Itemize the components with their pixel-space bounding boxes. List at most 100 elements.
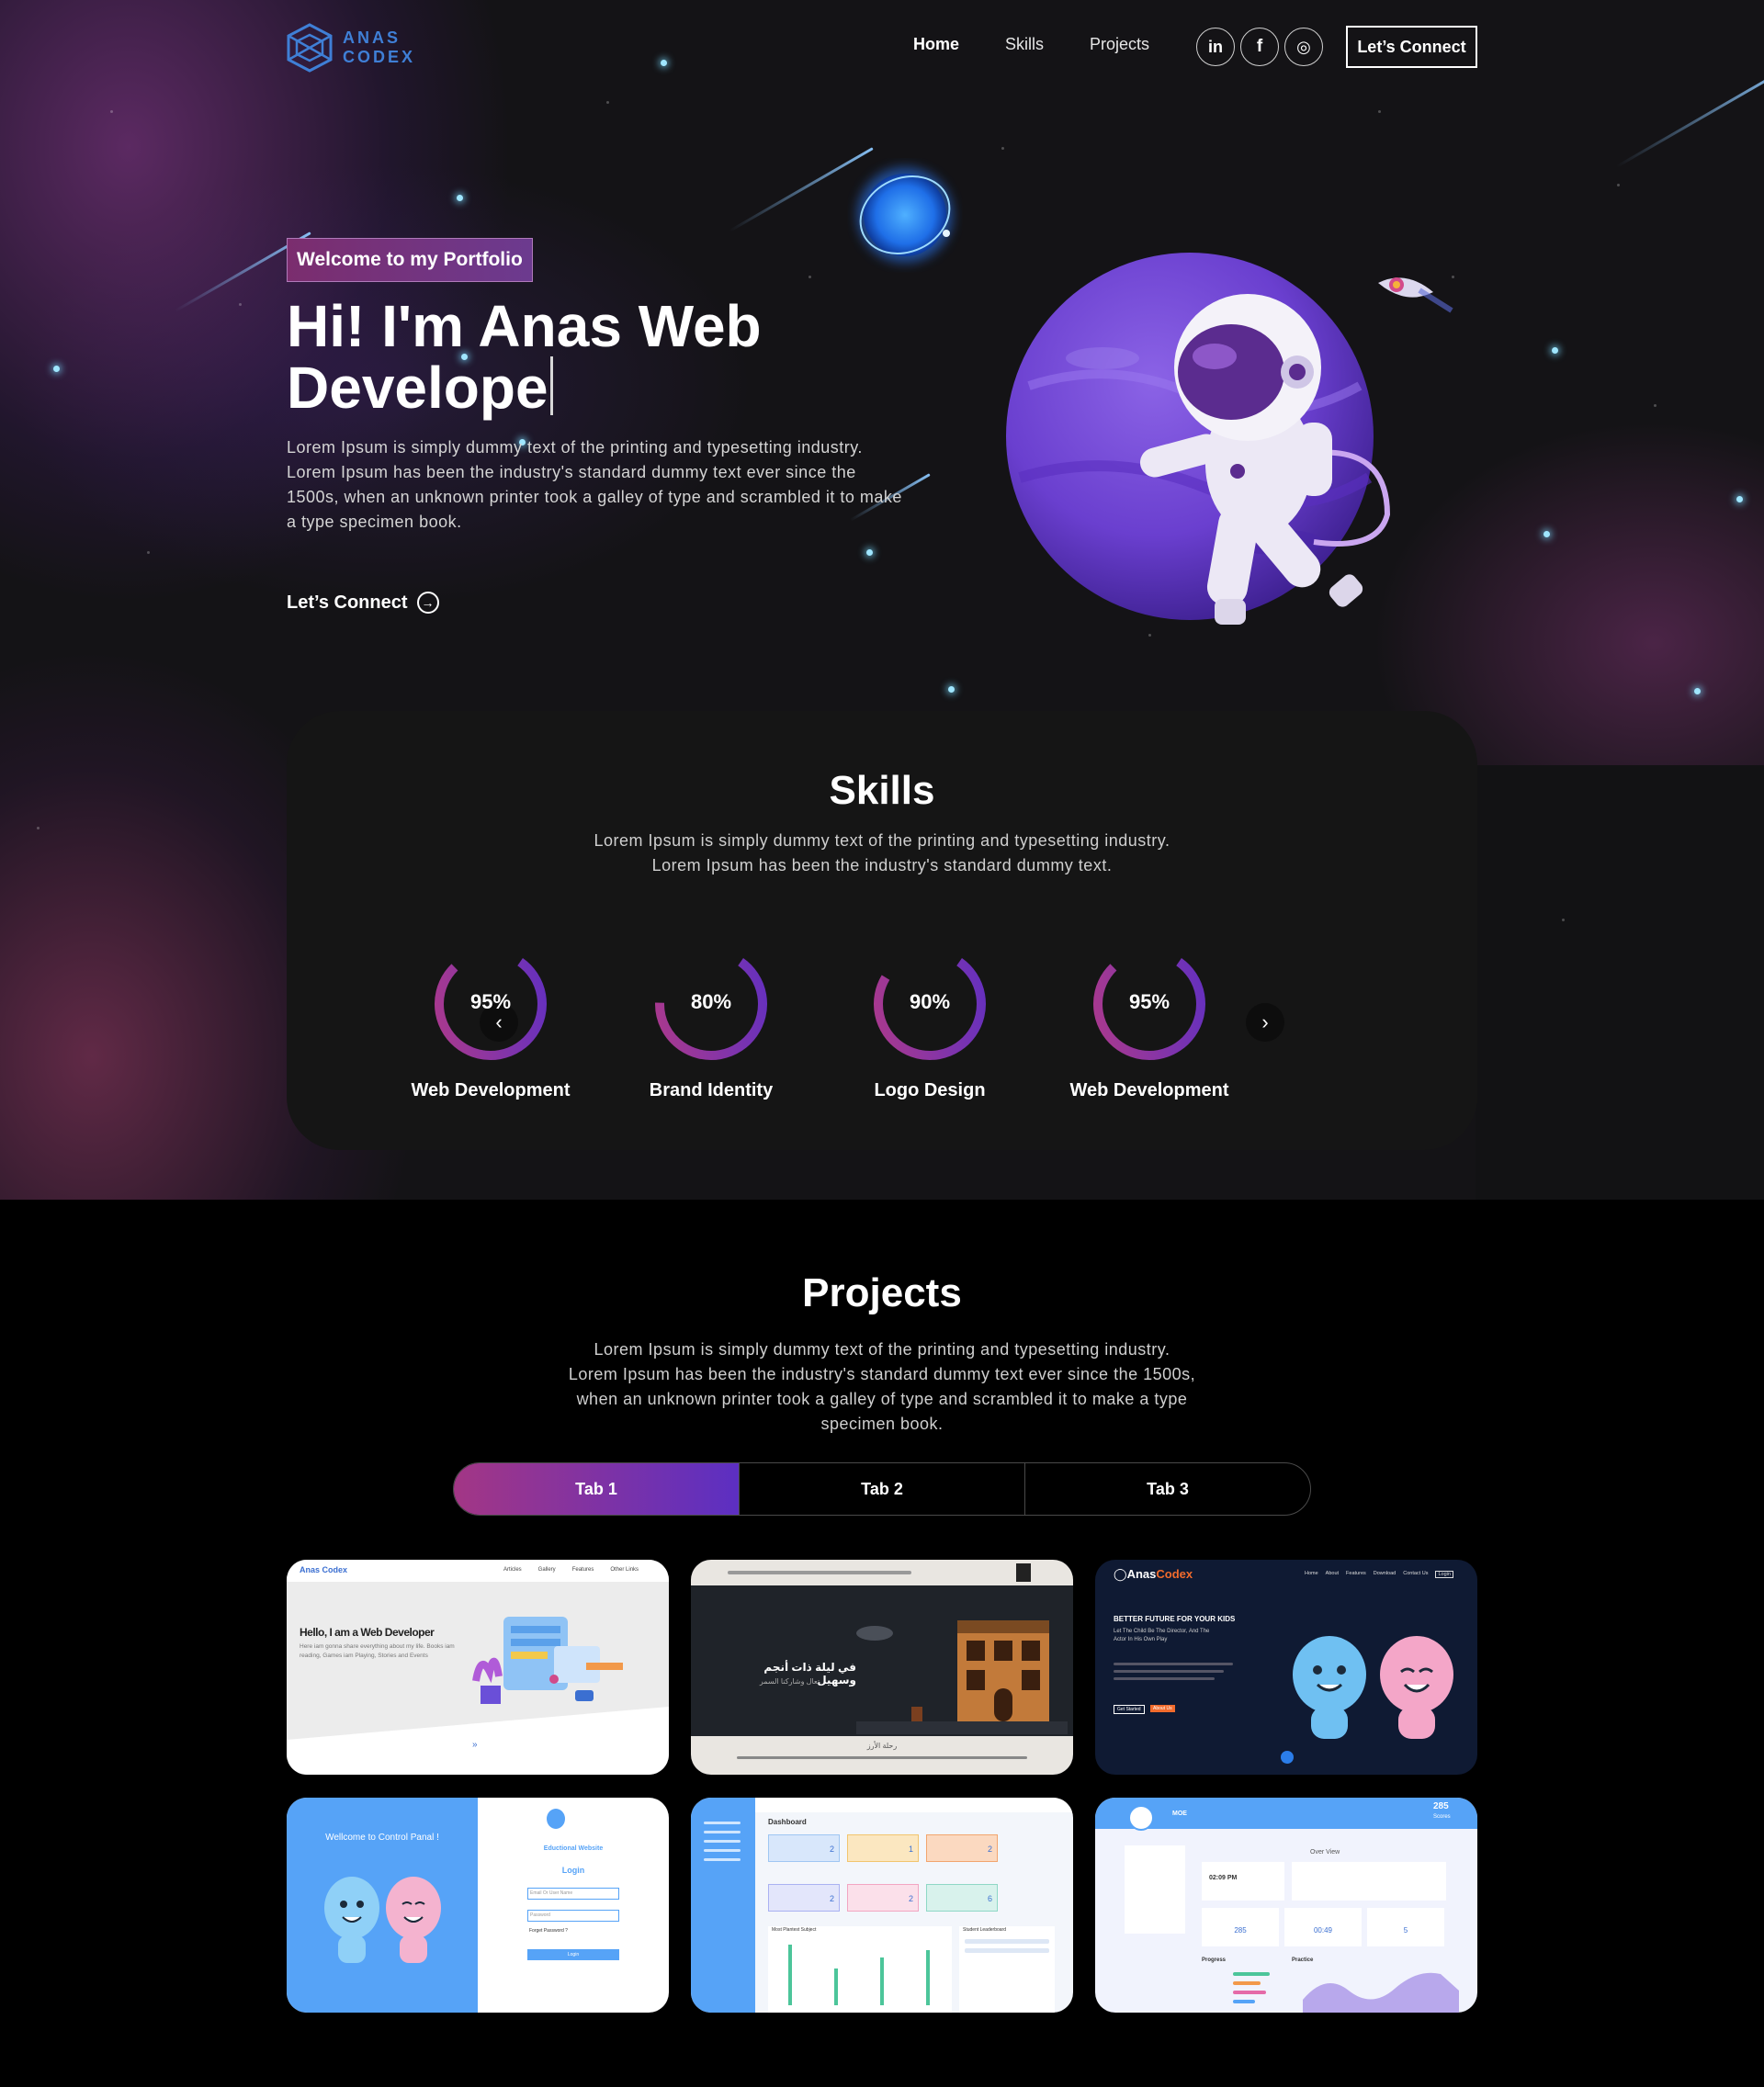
thumb-user-name: MOE <box>1172 1811 1187 1817</box>
projects-description-line-4: specimen book. <box>820 1415 944 1433</box>
project-card-6[interactable]: MOE 285 Scores Over View 02:09 PM 285 00… <box>1095 1798 1477 2013</box>
thumb-chart-panel <box>768 1926 952 2013</box>
skill-item: 90% Logo Design <box>838 944 1022 1101</box>
thumb-table-row <box>965 1948 1049 1953</box>
projects-title: Projects <box>802 1270 962 1315</box>
hero-description: Lorem Ipsum is simply dummy text of the … <box>287 438 902 531</box>
star <box>1552 347 1558 354</box>
hero-title-line-2: Develope <box>287 356 875 418</box>
thumb-stat-card: 2 <box>768 1884 840 1912</box>
thumb-stat-card: 00:49 <box>1284 1908 1362 1946</box>
project-card-1[interactable]: Anas Codex Articles Gallery Features Oth… <box>287 1560 669 1775</box>
thumb-logo <box>1016 1563 1031 1582</box>
project-card-2[interactable]: في ليلة ذات أنجم وسهيل تعال وشاركنا السم… <box>691 1560 1073 1775</box>
lets-connect-hero-button[interactable]: Let’s Connect → <box>287 592 439 614</box>
logo-line-1: ANAS <box>343 28 401 47</box>
star <box>866 549 873 556</box>
star <box>1544 531 1550 537</box>
skill-item: 95% Web Development <box>1057 944 1241 1101</box>
projects-description-line-2: Lorem Ipsum has been the industry's stan… <box>568 1365 1196 1383</box>
tab-1[interactable]: Tab 1 <box>454 1463 739 1515</box>
skills-description-line-1: Lorem Ipsum is simply dummy text of the … <box>594 831 1170 850</box>
star <box>948 686 955 693</box>
hero-title: Hi! I'm Anas Web Develope <box>287 296 875 418</box>
banner-corner <box>1476 765 1764 1200</box>
thumb-progress-bar <box>1233 2000 1255 2003</box>
dust <box>1562 919 1565 921</box>
project-card-4[interactable]: Wellcome to Control Panal ! Eductional W… <box>287 1798 669 2013</box>
thumb-overview-title: Over View <box>1310 1849 1340 1856</box>
tab-2[interactable]: Tab 2 <box>739 1463 1024 1515</box>
instagram-button[interactable]: ◎ <box>1284 28 1323 66</box>
skill-percent: 90% <box>909 990 951 1013</box>
thumb-nav-link: Contact Us <box>1403 1571 1429 1576</box>
main-nav: Home Skills Projects <box>913 35 1149 54</box>
avatar <box>1128 1805 1154 1831</box>
thumb-sidebar-item <box>704 1822 741 1824</box>
skill-percent: 95% <box>1128 990 1170 1013</box>
thumb-nav-link: Articles <box>503 1567 522 1573</box>
project-tabs: Tab 1 Tab 2 Tab 3 <box>453 1462 1311 1516</box>
thumb-stat-card: 2 <box>847 1884 919 1912</box>
hero-banner: ANAS CODEX Home Skills Projects in f ◎ L… <box>0 0 1764 1200</box>
thumb-sidebar-item <box>704 1831 741 1833</box>
project-card-5[interactable]: Dashboard 2 1 2 2 2 6 Most Plantest Subj… <box>691 1798 1073 2013</box>
thumb-footer-title: رحلة الأرز <box>866 1742 898 1750</box>
thumb-forgot-link: Forget Password ? <box>529 1928 568 1934</box>
thumb-stat-card: 2 <box>926 1834 998 1862</box>
project-card-3[interactable]: ◯AnasCodex Home About Features Download … <box>1095 1560 1477 1775</box>
nav-link-skills[interactable]: Skills <box>1005 35 1044 54</box>
blue-planet-illustration <box>857 167 953 263</box>
lets-connect-nav-button[interactable]: Let’s Connect <box>1346 26 1477 68</box>
thumb-table-row <box>965 1939 1049 1944</box>
dust <box>1001 147 1004 150</box>
thumb-nav-link: Home <box>1305 1571 1318 1576</box>
dust <box>1654 404 1657 407</box>
thumb-progress-label: Progress <box>1202 1957 1227 1963</box>
nav-link-home[interactable]: Home <box>913 35 959 54</box>
skills-section: Skills Lorem Ipsum is simply dummy text … <box>287 711 1477 1150</box>
thumb-progress-bar <box>1233 1972 1270 1976</box>
meteor <box>1615 64 1764 168</box>
scroll-top-button[interactable] <box>1281 1751 1294 1764</box>
thumb-side-menu <box>1125 1845 1185 1934</box>
thumb-text <box>1114 1663 1233 1665</box>
star <box>1694 688 1701 694</box>
welcome-tagline: Welcome to my Portfolio <box>287 238 533 282</box>
thumb-stat-card: 1 <box>847 1834 919 1862</box>
thumb-chart-label: Most Plantest Subject <box>772 1927 817 1933</box>
thumb-text <box>1114 1677 1215 1680</box>
thumb-chart-bar <box>926 1950 930 2005</box>
site-logo[interactable]: ANAS CODEX <box>286 22 415 73</box>
rocket-illustration <box>1378 277 1453 313</box>
nav-link-projects[interactable]: Projects <box>1090 35 1149 54</box>
thumb-score-label: Scores <box>1433 1814 1451 1820</box>
thumb-login-button: Login <box>527 1949 619 1960</box>
thumb-brand-part-1: Anas <box>1126 1567 1157 1581</box>
skills-next-button[interactable]: › <box>1246 1003 1284 1042</box>
skill-percent: 80% <box>690 990 732 1013</box>
thumb-heading: Hello, I am a Web Developer <box>300 1626 435 1639</box>
kids-characters-illustration <box>1293 1636 1453 1739</box>
thumb-button: Get Started <box>1114 1705 1145 1714</box>
dust <box>37 827 40 829</box>
facebook-button[interactable]: f <box>1240 28 1279 66</box>
projects-description-line-3: when an unknown printer took a galley of… <box>576 1390 1188 1408</box>
logo-cube-icon <box>287 23 333 73</box>
tab-3[interactable]: Tab 3 <box>1024 1463 1310 1515</box>
linkedin-button[interactable]: in <box>1196 28 1235 66</box>
thumb-text <box>1114 1670 1224 1673</box>
thumb-leaderboard-label: Student Leaderboard <box>963 1927 1006 1933</box>
thumb-nav-links: Articles Gallery Features Other Links <box>503 1567 639 1573</box>
thumb-subheading: تعال وشاركنا السمر <box>759 1677 820 1686</box>
thumb-progress-bar <box>1233 1981 1261 1985</box>
thumb-nav-link: Features <box>571 1567 594 1573</box>
dust <box>808 276 811 278</box>
thumb-nav-link: Gallery <box>537 1567 556 1573</box>
thumb-sidebar-item <box>704 1840 741 1843</box>
skill-label: Logo Design <box>874 1080 986 1100</box>
book-icon <box>547 1809 565 1829</box>
arrow-circle-icon: → <box>416 592 439 614</box>
hero-cta-label: Let’s Connect <box>287 592 408 613</box>
thumb-subheading: Let The Child Be The Director, And The A… <box>1114 1629 1210 1642</box>
